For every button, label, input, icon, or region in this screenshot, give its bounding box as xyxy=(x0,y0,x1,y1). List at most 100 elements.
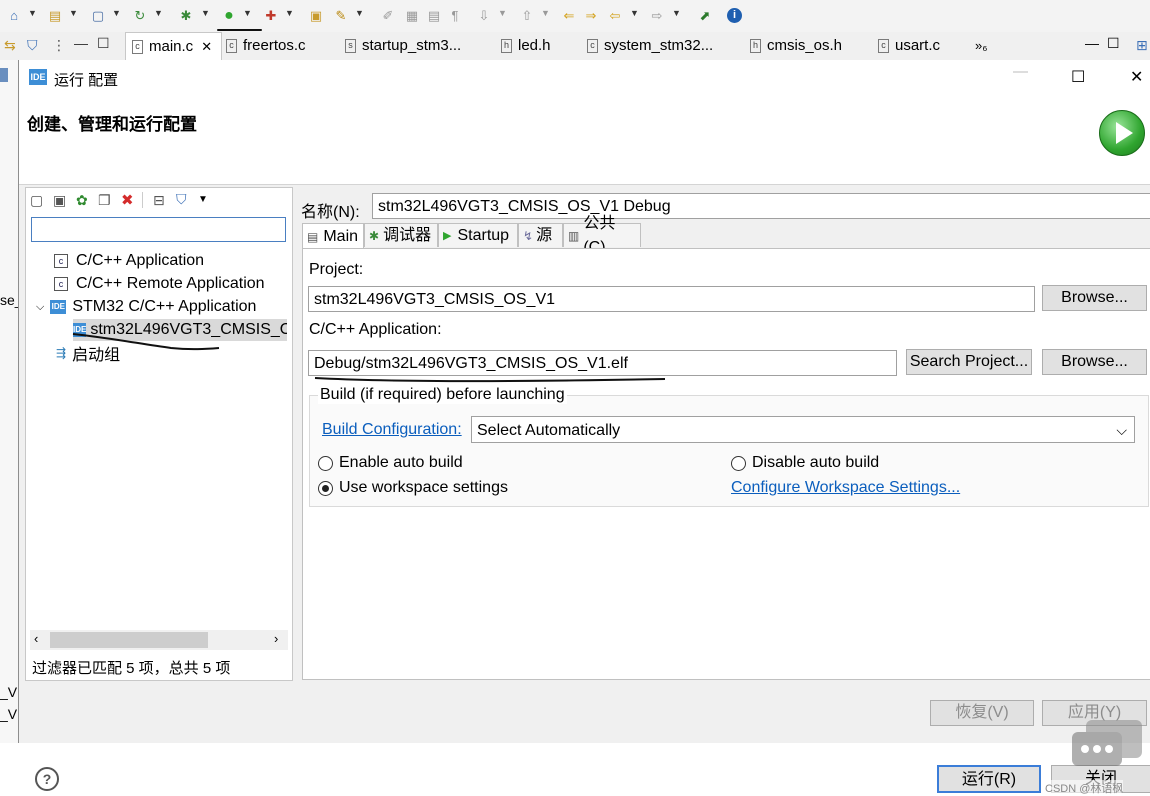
build-configuration-select[interactable]: Select Automatically ⌵ xyxy=(471,416,1135,443)
scrollbar-thumb[interactable] xyxy=(50,632,208,648)
open-folder-icon[interactable]: ▤ xyxy=(46,7,64,25)
search-project-button[interactable]: Search Project... xyxy=(906,349,1032,375)
maximize-button[interactable]: ☐ xyxy=(1071,67,1085,87)
refresh-icon[interactable]: ↻ xyxy=(131,7,149,25)
minimize-button[interactable]: — xyxy=(1013,63,1028,80)
chevron-down-icon[interactable]: ▼ xyxy=(201,8,210,18)
toggle-mark-icon[interactable]: ▦ xyxy=(403,7,421,25)
tab-startup[interactable]: ▶ Startup xyxy=(438,223,518,247)
editor-tab-cmsis[interactable]: h cmsis_os.h xyxy=(750,32,842,59)
chevron-down-icon[interactable]: ▼ xyxy=(630,8,639,18)
editor-tab-label: led.h xyxy=(518,37,551,54)
new-prototype-icon[interactable]: ▣ xyxy=(53,192,66,209)
common-icon: ▥ xyxy=(568,228,580,243)
editor-maximize-icon[interactable]: ☐ xyxy=(1107,35,1120,52)
tab-main[interactable]: ▤ Main xyxy=(302,223,364,249)
info-icon[interactable]: i xyxy=(727,8,742,23)
maximize-icon[interactable]: ☐ xyxy=(97,35,110,52)
chevron-down-icon[interactable]: ▼ xyxy=(154,8,163,18)
close-button[interactable]: ✕ xyxy=(1130,67,1143,87)
editor-tab-led-h[interactable]: h led.h xyxy=(501,32,551,59)
use-workspace-settings-radio[interactable]: Use workspace settings xyxy=(318,479,508,497)
duplicate-icon[interactable]: ❐ xyxy=(98,192,111,209)
whitespace-icon[interactable]: ¶ xyxy=(446,7,464,25)
help-icon[interactable]: ? xyxy=(35,767,59,791)
revert-button[interactable]: 恢复(V) xyxy=(930,700,1034,726)
outline-icon[interactable]: ⊞ xyxy=(1136,37,1148,54)
project-field[interactable]: stm32L496VGT3_CMSIS_OS_V1 xyxy=(308,286,1035,312)
editor-tab-main-c[interactable]: c main.c ✕ xyxy=(125,32,222,60)
editor-tab-system[interactable]: c system_stm32... xyxy=(587,32,713,59)
enable-auto-build-radio[interactable]: Enable auto build xyxy=(318,454,463,472)
build-group: Build (if required) before launching Bui… xyxy=(309,386,1149,507)
tree-item-c-remote-application[interactable]: c C/C++ Remote Application xyxy=(54,273,265,295)
editor-tab-label: system_stm32... xyxy=(604,37,714,54)
ide-background-strip: se_ _V1 _V1 xyxy=(0,60,25,743)
link-editor-icon[interactable]: ⇆ xyxy=(4,37,16,54)
tab-source[interactable]: ↯ 源 xyxy=(518,223,563,247)
tab-common[interactable]: ▥ 公共(C) xyxy=(563,215,641,256)
chevron-down-icon[interactable]: ▼ xyxy=(355,8,364,18)
external-tools-icon[interactable]: ✚ xyxy=(262,7,280,25)
chevron-down-icon[interactable]: ▼ xyxy=(69,8,78,18)
new-file-icon[interactable]: ▢ xyxy=(89,7,107,25)
editor-minimize-icon[interactable]: — xyxy=(1085,35,1099,51)
last-edit-icon[interactable]: ⇐ xyxy=(560,7,578,25)
delete-icon[interactable]: ✖ xyxy=(121,191,134,209)
name-field[interactable]: stm32L496VGT3_CMSIS_OS_V1 Debug xyxy=(372,193,1150,219)
edit-icon[interactable]: ✐ xyxy=(379,7,397,25)
view-menu-icon[interactable]: ⋮ xyxy=(52,37,66,54)
scroll-left-icon[interactable]: ‹ xyxy=(34,631,38,646)
run-icon[interactable]: ● xyxy=(220,7,238,25)
editor-tab-freertos[interactable]: c freertos.c xyxy=(226,32,306,59)
minimize-icon[interactable]: — xyxy=(74,35,88,51)
filter-icon[interactable]: ⛉ xyxy=(176,191,187,208)
chevron-down-icon[interactable]: ▼ xyxy=(198,194,208,205)
disable-auto-build-radio[interactable]: Disable auto build xyxy=(731,454,879,472)
new-config-icon[interactable]: ▢ xyxy=(30,192,43,209)
editor-tab-startup[interactable]: s startup_stm3... xyxy=(345,32,461,59)
block-select-icon[interactable]: ▤ xyxy=(425,7,443,25)
tab-debugger[interactable]: ✱ 调试器 xyxy=(364,223,438,247)
build-configuration-link[interactable]: Build Configuration: xyxy=(322,421,462,439)
debug-bug-icon[interactable]: ✱ xyxy=(177,7,195,25)
forward-icon[interactable]: ⇨ xyxy=(648,7,666,25)
chevron-down-icon[interactable]: ⌵ xyxy=(36,301,44,314)
tree-item-stm32-application[interactable]: ⌵ IDE STM32 C/C++ Application xyxy=(36,296,256,318)
run-button[interactable]: 运行(R) xyxy=(937,765,1041,793)
c-app-icon: c xyxy=(54,277,68,291)
browse-project-button[interactable]: Browse... xyxy=(1042,285,1147,311)
pin-editor-icon[interactable]: ⬈ xyxy=(696,7,714,25)
filter-icon[interactable]: ⛉ xyxy=(27,37,38,54)
chevron-down-icon[interactable]: ▼ xyxy=(285,8,294,18)
open-type-icon[interactable]: ▣ xyxy=(307,7,325,25)
new-project-icon[interactable]: ⌂ xyxy=(5,7,23,25)
horizontal-scrollbar[interactable]: ‹ › xyxy=(30,630,288,650)
search-icon[interactable]: ✎ xyxy=(332,7,350,25)
chevron-down-icon: ⌵ xyxy=(1116,422,1127,438)
export-icon[interactable]: ✿ xyxy=(76,192,88,209)
chevron-down-icon[interactable]: ▼ xyxy=(541,8,550,18)
chevron-down-icon[interactable]: ▼ xyxy=(243,8,252,18)
tree-item-c-application[interactable]: c C/C++ Application xyxy=(54,250,204,272)
next-annotation-icon[interactable]: ⇩ xyxy=(475,7,493,25)
prev-annotation-icon[interactable]: ⇧ xyxy=(518,7,536,25)
configure-workspace-link[interactable]: Configure Workspace Settings... xyxy=(731,479,960,497)
annotation-scribble xyxy=(72,333,220,351)
chevron-down-icon[interactable]: ▼ xyxy=(112,8,121,18)
ide-sidebar-marker xyxy=(0,68,8,82)
chevron-down-icon[interactable]: ▼ xyxy=(672,8,681,18)
forward-edit-icon[interactable]: ⇒ xyxy=(582,7,600,25)
more-tabs-button[interactable]: »₆ xyxy=(975,32,987,59)
close-icon[interactable]: ✕ xyxy=(201,39,212,55)
filter-input[interactable] xyxy=(31,217,286,242)
browse-application-button[interactable]: Browse... xyxy=(1042,349,1147,375)
back-icon[interactable]: ⇦ xyxy=(606,7,624,25)
tree-item-label: C/C++ Application xyxy=(76,252,205,269)
scroll-right-icon[interactable]: › xyxy=(274,631,278,646)
editor-tab-label: startup_stm3... xyxy=(362,37,462,54)
chevron-down-icon[interactable]: ▼ xyxy=(28,8,37,18)
chevron-down-icon[interactable]: ▼ xyxy=(498,8,507,18)
editor-tab-usart[interactable]: c usart.c xyxy=(878,32,940,59)
collapse-all-icon[interactable]: ⊟ xyxy=(153,192,165,209)
